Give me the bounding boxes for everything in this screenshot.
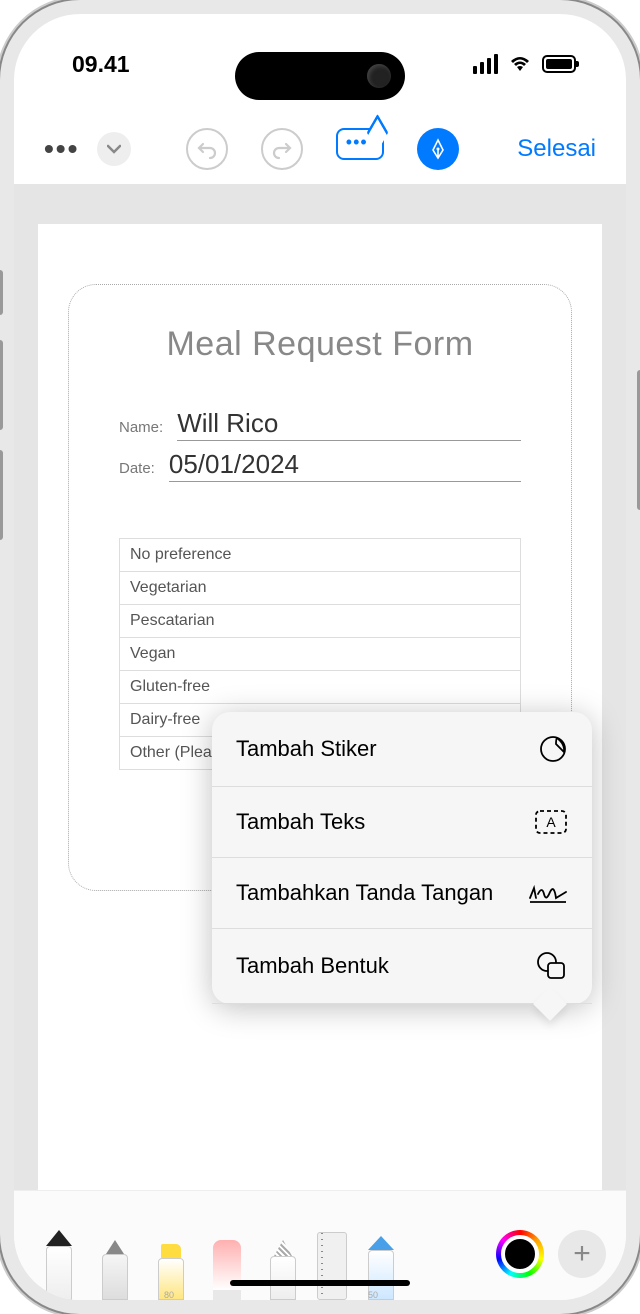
undo-button[interactable] xyxy=(186,128,228,170)
autofill-button[interactable] xyxy=(336,128,384,160)
home-indicator[interactable] xyxy=(230,1280,410,1286)
done-button[interactable]: Selesai xyxy=(517,135,596,163)
markup-toolbar: ••• Selesai xyxy=(14,114,626,184)
ruler-tool[interactable] xyxy=(314,1210,350,1300)
form-title: Meal Request Form xyxy=(89,325,551,364)
more-options-button[interactable]: ••• xyxy=(44,133,79,165)
markup-toggle-button[interactable] xyxy=(417,128,459,170)
pen-tool[interactable] xyxy=(34,1210,84,1300)
undo-icon xyxy=(196,138,218,160)
document-canvas[interactable]: Meal Request Form Name: Will Rico Date: … xyxy=(14,184,626,1190)
menu-label: Tambah Stiker xyxy=(236,736,377,762)
redo-icon xyxy=(271,138,293,160)
menu-label: Tambah Teks xyxy=(236,809,365,835)
color-picker-button[interactable] xyxy=(496,1230,544,1278)
add-shape-item[interactable]: Tambah Bentuk xyxy=(212,929,592,1004)
date-value: 05/01/2024 xyxy=(169,449,521,482)
highlighter-tool[interactable] xyxy=(146,1210,196,1300)
sticker-icon xyxy=(538,734,568,764)
redo-button[interactable] xyxy=(261,128,303,170)
pen-tip-icon xyxy=(426,137,450,161)
signature-icon xyxy=(528,880,568,906)
document-page: Meal Request Form Name: Will Rico Date: … xyxy=(38,224,602,1190)
option-row: Vegan xyxy=(120,638,520,671)
pencil-tool[interactable] xyxy=(356,1210,406,1300)
tool-size-label: 80 xyxy=(164,1290,174,1300)
add-signature-item[interactable]: Tambahkan Tanda Tangan xyxy=(212,858,592,929)
text-box-icon: A xyxy=(534,809,568,835)
add-menu-popup: Tambah Stiker Tambah Teks A Tambahkan Ta… xyxy=(212,712,592,1004)
option-row: Pescatarian xyxy=(120,605,520,638)
add-button[interactable]: + xyxy=(558,1230,606,1278)
svg-text:A: A xyxy=(546,814,556,830)
date-label: Date: xyxy=(119,460,155,477)
dynamic-island xyxy=(235,52,405,100)
collapse-button[interactable] xyxy=(97,132,131,166)
option-row: No preference xyxy=(120,539,520,572)
shapes-icon xyxy=(536,951,568,981)
name-value: Will Rico xyxy=(177,408,521,441)
cellular-icon xyxy=(473,54,498,74)
add-sticker-item[interactable]: Tambah Stiker xyxy=(212,712,592,787)
chevron-down-icon xyxy=(107,144,121,154)
eraser-tool[interactable] xyxy=(202,1210,252,1300)
battery-icon xyxy=(542,55,576,73)
lasso-tool[interactable] xyxy=(258,1210,308,1300)
menu-label: Tambahkan Tanda Tangan xyxy=(236,880,493,906)
wifi-icon xyxy=(508,55,532,73)
marker-tool[interactable] xyxy=(90,1210,140,1300)
option-row: Vegetarian xyxy=(120,572,520,605)
add-text-item[interactable]: Tambah Teks A xyxy=(212,787,592,858)
name-label: Name: xyxy=(119,419,163,436)
menu-label: Tambah Bentuk xyxy=(236,953,389,979)
status-time: 09.41 xyxy=(72,51,130,78)
option-row: Gluten-free xyxy=(120,671,520,704)
tool-size-label: 50 xyxy=(368,1290,378,1300)
